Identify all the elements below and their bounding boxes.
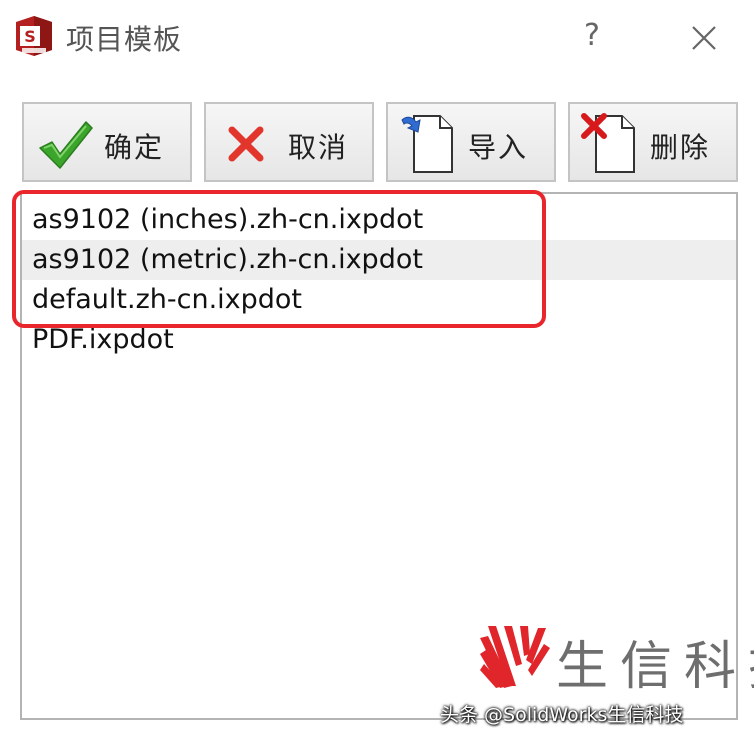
svg-text:S: S — [24, 27, 36, 46]
app-icon: S — [12, 14, 56, 58]
watermark-credit: 头条 @SolidWorks生信科技 — [440, 704, 684, 726]
checkmark-icon — [39, 121, 93, 169]
import-document-icon — [401, 115, 453, 173]
delete-button[interactable]: 删除 — [568, 102, 738, 182]
watermark-brand: 生信科技 — [556, 637, 754, 697]
delete-document-icon — [581, 113, 635, 173]
ok-button[interactable]: 确定 — [22, 102, 192, 182]
ok-button-label: 确定 — [104, 131, 165, 164]
import-button[interactable]: 导入 — [386, 102, 556, 182]
title-bar: S 项目模板 ? — [0, 0, 754, 80]
import-button-label: 导入 — [468, 131, 529, 164]
cancel-button[interactable]: 取消 — [204, 102, 374, 182]
project-template-dialog: S 项目模板 ? 确定 取消 导入 删除 as9102 (inches).zh-… — [0, 0, 754, 738]
brand-logo-icon — [480, 624, 550, 692]
window-title: 项目模板 — [66, 23, 183, 56]
list-item[interactable]: PDF.ixpdot — [22, 320, 736, 360]
help-button[interactable]: ? — [572, 14, 612, 58]
list-item[interactable]: as9102 (metric).zh-cn.ixpdot — [22, 240, 736, 280]
delete-button-label: 删除 — [650, 131, 711, 164]
cancel-x-icon — [228, 126, 264, 162]
cancel-button-label: 取消 — [288, 131, 349, 164]
list-item[interactable]: default.zh-cn.ixpdot — [22, 280, 736, 320]
close-icon — [692, 26, 716, 50]
close-button[interactable] — [682, 16, 726, 60]
help-icon: ? — [584, 18, 600, 53]
list-item[interactable]: as9102 (inches).zh-cn.ixpdot — [22, 200, 736, 240]
